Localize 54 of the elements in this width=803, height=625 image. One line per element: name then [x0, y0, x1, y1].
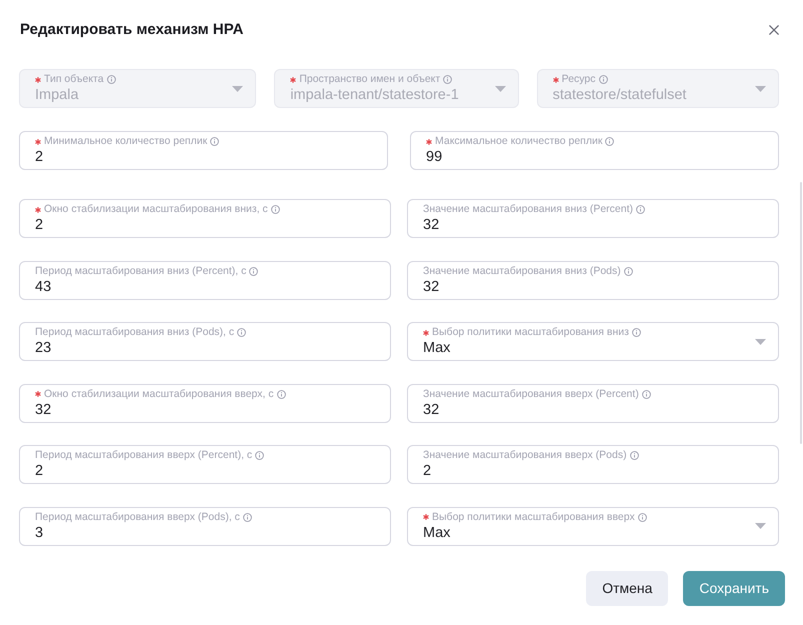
field-label: Значение масштабирования вниз (Pods): [423, 264, 621, 278]
number-field[interactable]: Период масштабирования вниз (Pods), с 23: [19, 322, 391, 361]
info-icon[interactable]: [249, 266, 258, 276]
field-label: Период масштабирования вверх (Percent), с: [35, 449, 252, 462]
caret-icon: [755, 338, 766, 344]
field-label: Пространство имен и объект: [299, 73, 440, 86]
number-field[interactable]: Период масштабирования вверх (Percent), с 2: [19, 445, 391, 484]
caret-icon: [755, 86, 766, 92]
number-field[interactable]: Значение масштабирования вниз (Pods) 32: [407, 260, 779, 300]
field-label: Выбор политики масштабирования вверх: [432, 510, 635, 524]
info-icon[interactable]: [242, 512, 252, 522]
info-icon[interactable]: [210, 137, 220, 146]
number-field[interactable]: Максимальное количество реплик 99: [410, 131, 779, 170]
number-field[interactable]: Окно стабилизации масштабирования вниз, с 2: [19, 199, 391, 238]
info-icon[interactable]: [630, 451, 639, 460]
info-icon[interactable]: [642, 390, 651, 398]
field-label: Выбор политики масштабирования вниз: [432, 326, 629, 339]
info-icon[interactable]: [632, 328, 641, 337]
number-field[interactable]: Период масштабирования вверх (Pods), с 3: [19, 506, 391, 546]
info-icon[interactable]: [636, 205, 646, 214]
select-dropdown[interactable]: Выбор политики масштабирования вверх Max: [407, 506, 779, 546]
field-label: Окно стабилизации масштабирования вверх, с: [44, 388, 274, 400]
field-label: Значение масштабирования вниз (Percent): [423, 203, 634, 216]
cancel-button[interactable]: Отмена: [586, 570, 668, 606]
number-field[interactable]: Значение масштабирования вверх (Pods) 2: [407, 445, 779, 484]
close-icon[interactable]: [769, 25, 779, 35]
field-label: Максимальное количество реплик: [435, 135, 602, 148]
dialog-title: Редактировать механизм HPA: [20, 20, 244, 40]
info-icon[interactable]: [638, 512, 647, 522]
info-icon[interactable]: [270, 205, 280, 214]
field-label: Тип объекта: [44, 73, 104, 86]
info-icon[interactable]: [237, 328, 246, 337]
field-label: Период масштабирования вверх (Pods), с: [35, 510, 240, 524]
caret-icon: [755, 523, 766, 529]
scrollbar-thumb[interactable]: [800, 182, 802, 444]
number-field[interactable]: Период масштабирования вниз (Percent), с 43: [19, 260, 391, 300]
info-icon[interactable]: [276, 390, 286, 398]
select-dropdown[interactable]: Выбор политики масштабирования вниз Max: [407, 322, 779, 361]
field-label: Значение масштабирования вверх (Pods): [423, 449, 627, 462]
info-icon[interactable]: [605, 137, 614, 146]
caret-icon: [232, 86, 244, 92]
number-field[interactable]: Окно стабилизации масштабирования вверх, с 32: [19, 384, 391, 422]
field-label: Период масштабирования вниз (Percent), с: [35, 264, 246, 278]
field-label: Значение масштабирования вверх (Percent): [423, 388, 639, 400]
number-field[interactable]: Минимальное количество реплик 2: [19, 131, 388, 170]
field-label: Окно стабилизации масштабирования вниз, с: [44, 203, 268, 216]
field-label: Период масштабирования вниз (Pods), с: [35, 326, 234, 339]
field-label: Ресурс: [562, 73, 596, 86]
info-icon[interactable]: [624, 266, 633, 276]
number-field[interactable]: Значение масштабирования вверх (Percent) 32: [407, 384, 779, 422]
info-icon[interactable]: [255, 451, 264, 460]
field-label: Минимальное количество реплик: [44, 135, 208, 148]
number-field[interactable]: Значение масштабирования вниз (Percent) 32: [407, 199, 779, 238]
caret-icon: [494, 86, 506, 92]
